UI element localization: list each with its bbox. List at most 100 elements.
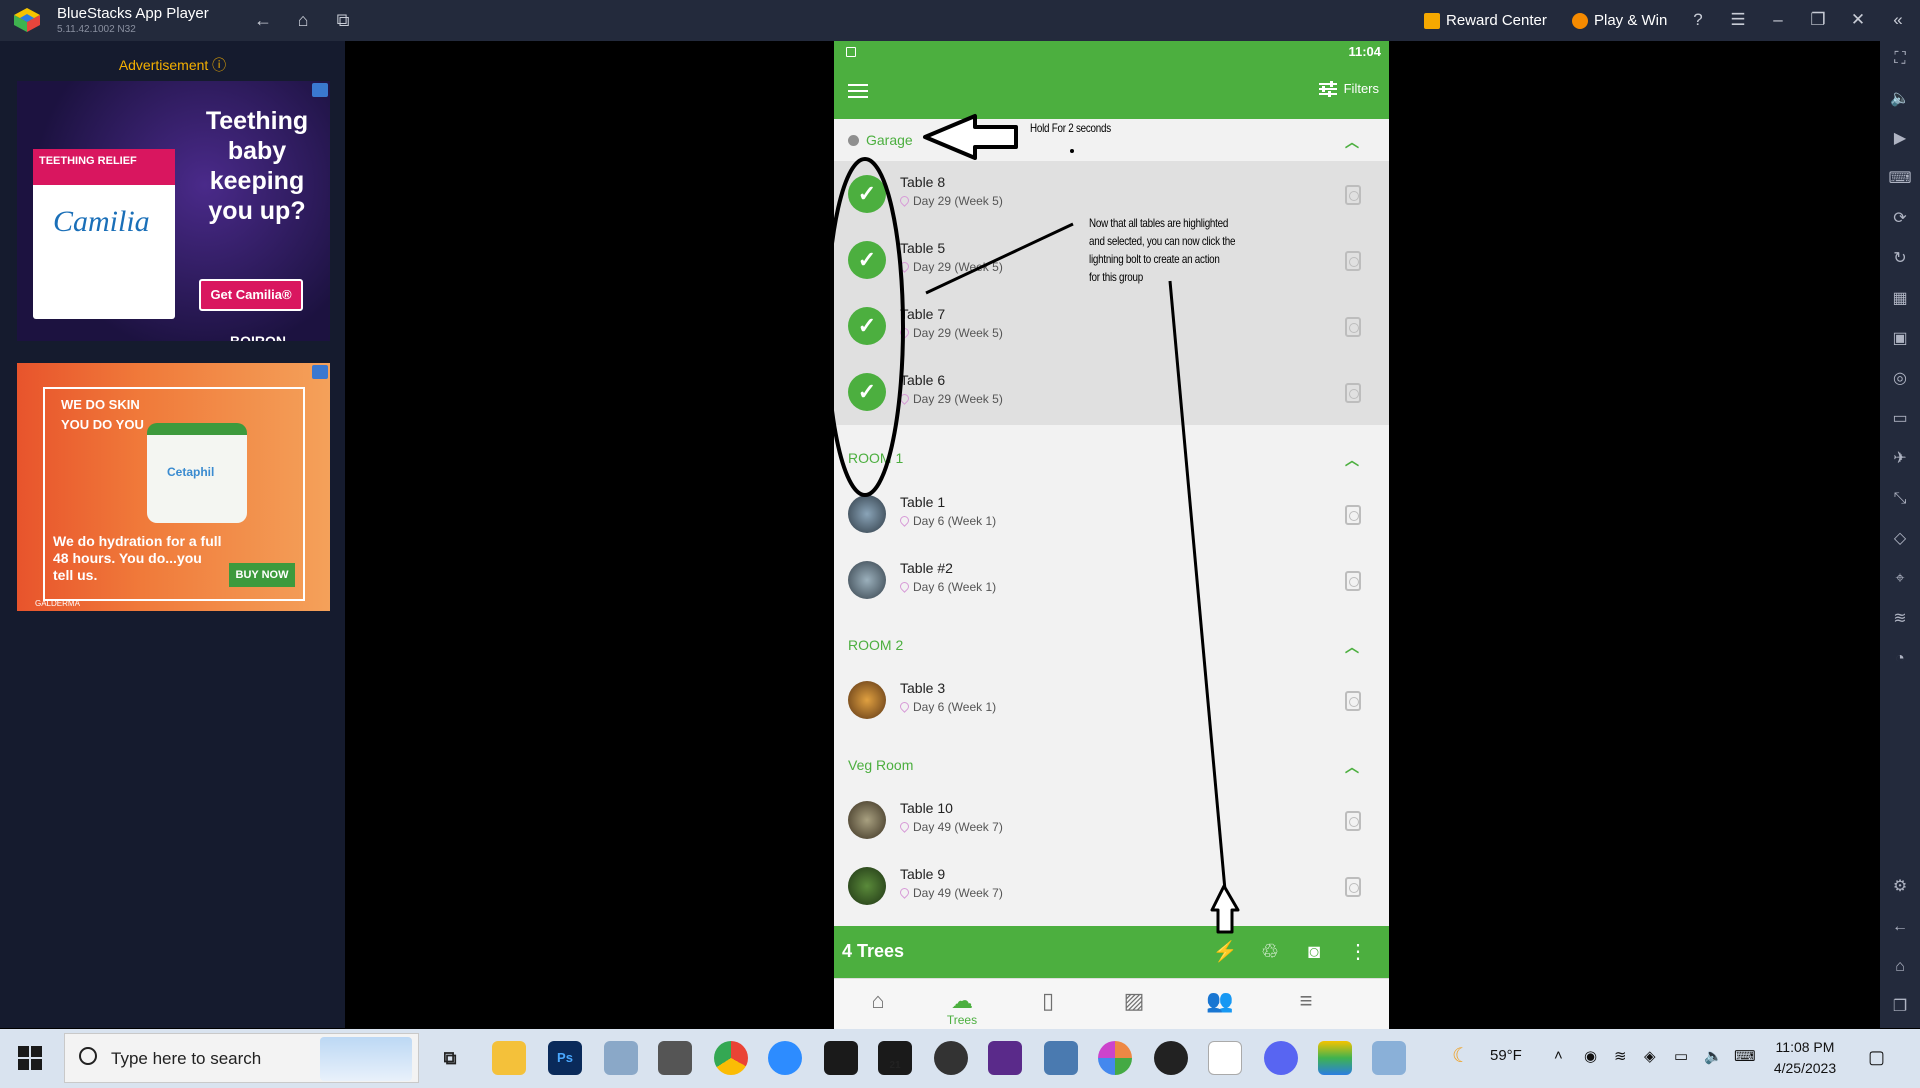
speaker-icon[interactable]: 🔈 [1704, 1047, 1723, 1065]
document-icon[interactable] [1208, 1041, 1242, 1075]
filters-button[interactable]: Filters [1318, 81, 1379, 97]
group-header-garage[interactable]: Garage ︿ [834, 119, 1389, 161]
network-icon[interactable]: ≋ [1614, 1047, 1627, 1065]
ad-cta-button[interactable]: Get Camilia® [199, 279, 303, 311]
chevron-up-icon[interactable]: ︿ [1345, 132, 1359, 152]
taskbar-search[interactable]: Type here to search [64, 1033, 419, 1083]
multitask-icon[interactable]: ⧉ [330, 8, 356, 32]
resize-icon[interactable]: ⤡ [1888, 487, 1912, 511]
camilia-ad[interactable]: TEETHING RELIEF Camilia Teething baby ke… [17, 81, 330, 341]
volume-icon[interactable]: 🔈 [1888, 87, 1912, 111]
cetaphil-ad[interactable]: WE DO SKIN YOU DO YOU Cetaphil We do hyd… [17, 363, 330, 611]
pot-tab-icon[interactable]: ▯ [1028, 989, 1068, 1025]
app-icon[interactable] [1154, 1041, 1188, 1075]
pot-icon[interactable] [1345, 571, 1361, 591]
collapse-sidebar-icon[interactable]: « [1884, 8, 1912, 32]
list-item[interactable]: Table 3 Day 6 (Week 1) [834, 667, 1389, 733]
macro-icon[interactable]: ⟳ [1888, 207, 1912, 231]
menu-lines-icon[interactable]: ≡ [1286, 989, 1326, 1025]
tray-chevron-icon[interactable]: ˄ [1554, 1047, 1563, 1064]
chrome-icon[interactable] [714, 1041, 748, 1075]
group-header-room-1[interactable]: ROOM 1 ︿ [834, 437, 1389, 479]
android-home-icon[interactable]: ⌂ [1888, 955, 1912, 979]
record-icon[interactable]: ◉ [1584, 1047, 1597, 1065]
group-header-veg-room[interactable]: Veg Room ︿ [834, 744, 1389, 786]
keyboard-layout-icon[interactable]: ⌨ [1734, 1047, 1756, 1065]
community-icon[interactable]: 👥 [1200, 989, 1240, 1025]
settings-gear-icon[interactable]: ⚙ [1888, 875, 1912, 899]
selected-check-icon[interactable]: ✓ [848, 307, 886, 345]
airplane-icon[interactable]: ✈ [1888, 447, 1912, 471]
reward-center-button[interactable]: Reward Center [1418, 7, 1547, 35]
apk-icon[interactable]: ▣ [1888, 327, 1912, 351]
davinci-icon[interactable] [1098, 1041, 1132, 1075]
camera-icon[interactable]: ◙ [1301, 939, 1327, 965]
ad-choices-icon[interactable] [312, 83, 328, 97]
discord-icon[interactable] [1264, 1041, 1298, 1075]
app-icon[interactable] [1044, 1041, 1078, 1075]
notifications-icon[interactable]: ▢ [1868, 1047, 1885, 1068]
close-icon[interactable]: ✕ [1844, 8, 1872, 32]
chevron-up-icon[interactable]: ︿ [1345, 757, 1359, 777]
pot-icon[interactable] [1345, 383, 1361, 403]
battery-icon[interactable]: ▭ [1674, 1047, 1688, 1065]
pot-icon[interactable] [1345, 691, 1361, 711]
mail-icon[interactable]: 21 [878, 1041, 912, 1075]
fullscreen-icon[interactable]: ⛶ [1888, 47, 1912, 71]
home-icon[interactable]: ⌂ [290, 8, 316, 32]
chevron-up-icon[interactable]: ︿ [1345, 637, 1359, 657]
android-recents-icon[interactable]: ❐ [1888, 995, 1912, 1019]
pot-icon[interactable] [1345, 811, 1361, 831]
more-options-icon[interactable]: ⋮ [1345, 939, 1371, 965]
android-back-icon[interactable]: ← [1888, 915, 1912, 939]
layers-icon[interactable]: ≋ [1888, 607, 1912, 631]
obs-icon[interactable] [934, 1041, 968, 1075]
lightning-bolt-icon[interactable]: ⚡ [1212, 939, 1238, 965]
sync-icon[interactable]: ↻ [1888, 247, 1912, 271]
hamburger-menu-icon[interactable]: ☰ [1724, 8, 1752, 32]
back-arrow-icon[interactable]: ← [250, 8, 276, 32]
selected-check-icon[interactable]: ✓ [848, 373, 886, 411]
list-item[interactable]: ✓ Table 7 Day 29 (Week 5) [834, 293, 1389, 359]
windows-start-icon[interactable] [18, 1046, 42, 1070]
selected-check-icon[interactable]: ✓ [848, 175, 886, 213]
bluestacks-taskbar-icon[interactable] [1318, 1041, 1352, 1075]
weather-moon-icon[interactable]: ☾ [1452, 1043, 1470, 1068]
weather-temp[interactable]: 59°F [1490, 1047, 1522, 1064]
minimize-icon[interactable]: – [1764, 8, 1792, 32]
buy-now-button[interactable]: BUY NOW [229, 563, 295, 587]
pot-icon[interactable] [1345, 505, 1361, 525]
sticky-notes-icon[interactable] [824, 1041, 858, 1075]
pot-icon[interactable] [1345, 877, 1361, 897]
help-icon[interactable]: ? [1684, 8, 1712, 32]
folder-icon[interactable]: ▭ [1888, 407, 1912, 431]
pot-icon[interactable] [1345, 317, 1361, 337]
eraser-icon[interactable]: ◇ [1888, 527, 1912, 551]
speed-icon[interactable]: ◔ [1888, 647, 1912, 671]
hamburger-menu-icon[interactable] [848, 80, 868, 102]
chevron-up-icon[interactable]: ︿ [1345, 450, 1359, 470]
selected-check-icon[interactable]: ✓ [848, 241, 886, 279]
pot-icon[interactable] [1345, 185, 1361, 205]
photoshop-icon[interactable]: Ps [548, 1041, 582, 1075]
restore-icon[interactable]: ❐ [1804, 8, 1832, 32]
tab-trees[interactable]: ☁ Trees [942, 989, 982, 1028]
ad-choices-icon[interactable] [312, 365, 328, 379]
water-tree-icon[interactable]: ♲ [1257, 939, 1283, 965]
security-icon[interactable]: ◈ [1644, 1047, 1656, 1065]
taskbar-clock[interactable]: 11:08 PM 4/25/2023 [1760, 1037, 1850, 1079]
screenshot-icon[interactable]: ◎ [1888, 367, 1912, 391]
media-icon[interactable]: ▶ [1888, 127, 1912, 151]
keyboard-icon[interactable]: ⌨ [1888, 167, 1912, 191]
group-header-room-2[interactable]: ROOM 2 ︿ [834, 624, 1389, 666]
list-item[interactable]: Table 10 Day 49 (Week 7) [834, 787, 1389, 853]
calculator-icon[interactable] [658, 1041, 692, 1075]
location-icon[interactable]: ⌖ [1888, 567, 1912, 591]
list-item[interactable]: Table 9 Day 49 (Week 7) [834, 853, 1389, 919]
list-item[interactable]: ✓ Table 6 Day 29 (Week 5) [834, 359, 1389, 425]
list-item[interactable]: Table #2 Day 6 (Week 1) [834, 547, 1389, 613]
pot-icon[interactable] [1345, 251, 1361, 271]
home-icon[interactable]: ⌂ [858, 989, 898, 1025]
play-and-win-button[interactable]: Play & Win [1566, 7, 1667, 35]
store-icon[interactable]: ▦ [1888, 287, 1912, 311]
